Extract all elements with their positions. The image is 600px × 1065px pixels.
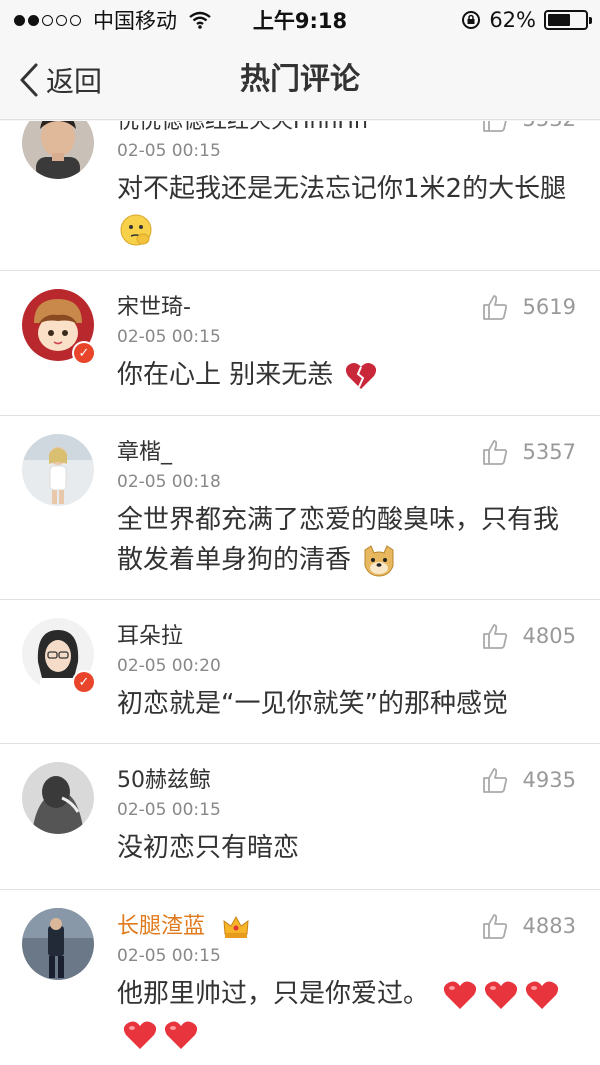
heart-emoji	[485, 981, 518, 1009]
battery-icon	[544, 10, 592, 30]
like-count: 4883	[522, 914, 576, 938]
avatar[interactable]	[22, 121, 94, 179]
verified-badge: ✓	[72, 341, 96, 365]
vip-crown-icon	[223, 915, 249, 938]
comment-text: 初恋就是“一见你就笑”的那种感觉	[117, 689, 508, 719]
status-right: 62%	[461, 8, 592, 32]
thumbs-up-icon	[482, 914, 507, 939]
comment-item[interactable]: ✓ 耳朵拉 4805 02-05 00:20 初恋就是“一见你就笑”的那种感觉	[0, 600, 600, 744]
username[interactable]: 章楷_	[117, 434, 172, 466]
battery-level	[548, 14, 570, 26]
like-count: 4935	[522, 768, 576, 792]
signal-strength-icon	[14, 14, 81, 26]
username-text: 长腿渣蓝	[117, 914, 206, 939]
thinking-emoji	[120, 214, 152, 245]
comment-item[interactable]: 50赫兹鲸 4935 02-05 00:15 没初恋只有暗恋	[0, 744, 600, 890]
status-left: 中国移动	[14, 5, 211, 35]
wifi-icon	[189, 11, 211, 29]
comment-text: 他那里帅过，只是你爱过。	[117, 979, 430, 1009]
like-button[interactable]: 5619	[481, 293, 576, 321]
comment-body: 没初恋只有暗恋	[117, 828, 577, 868]
comment-body: 你在心上 别来无恙	[117, 355, 577, 395]
like-button[interactable]: 5357	[481, 438, 576, 466]
like-button[interactable]: 4883	[481, 912, 576, 940]
comment-time: 02-05 00:15	[117, 800, 221, 820]
comment-text: 你在心上 别来无恙	[117, 360, 334, 390]
like-count: 5619	[522, 295, 576, 319]
username[interactable]: 耳朵拉	[117, 618, 183, 650]
like-count: 5532	[523, 121, 576, 131]
like-count: 4805	[522, 624, 576, 648]
thumbs-up-icon	[482, 768, 507, 793]
comment-item[interactable]: 恍恍惚惚红红火火HhhHh 5532 02-05 00:15 对不起我还是无法忘…	[0, 121, 600, 271]
like-button[interactable]: 4805	[481, 622, 576, 650]
comment-body: 初恋就是“一见你就笑”的那种感觉	[117, 684, 577, 724]
status-bar: 中国移动 上午9:18 62%	[0, 0, 600, 40]
heart-emoji	[526, 981, 559, 1009]
avatar[interactable]	[22, 908, 94, 980]
comment-item[interactable]: ✓ 宋世琦- 5619 02-05 00:15 你在心上 别来无恙	[0, 271, 600, 416]
heart-emoji	[164, 1021, 198, 1049]
thumbs-up-icon	[482, 624, 507, 649]
like-count: 5357	[522, 440, 576, 464]
like-button[interactable]: 5532	[481, 121, 576, 133]
comment-text: 没初恋只有暗恋	[117, 833, 300, 863]
comment-time: 02-05 00:15	[117, 327, 221, 347]
verified-badge: ✓	[72, 670, 96, 694]
carrier-name: 中国移动	[93, 9, 177, 33]
broken-heart-emoji	[345, 362, 376, 389]
comment-body: 全世界都充满了恋爱的酸臭味，只有我散发着单身狗的清香	[117, 500, 577, 580]
navigation-bar: 返回 热门评论	[0, 40, 600, 120]
username[interactable]: 长腿渣蓝	[117, 908, 250, 940]
comment-item[interactable]: 章楷_ 5357 02-05 00:18 全世界都充满了恋爱的酸臭味，只有我散发…	[0, 416, 600, 600]
thumbs-up-icon	[482, 121, 507, 132]
username[interactable]: 50赫兹鲸	[117, 762, 211, 794]
like-button[interactable]: 4935	[481, 766, 576, 794]
comment-body: 对不起我还是无法忘记你1米2的大长腿	[117, 169, 577, 249]
avatar[interactable]	[22, 762, 94, 834]
username[interactable]: 宋世琦-	[117, 289, 191, 321]
comment-text: 全世界都充满了恋爱的酸臭味，只有我散发着单身狗的清香	[117, 505, 560, 575]
comment-time: 02-05 00:18	[117, 472, 221, 492]
comment-time: 02-05 00:15	[117, 946, 221, 966]
heart-emoji	[444, 981, 477, 1009]
comment-text: 对不起我还是无法忘记你1米2的大长腿	[117, 174, 567, 204]
comment-body: 他那里帅过，只是你爱过。	[117, 974, 577, 1054]
doge-emoji	[364, 544, 394, 577]
comment-time: 02-05 00:15	[117, 141, 221, 161]
rotation-lock-icon	[462, 11, 481, 29]
thumbs-up-icon	[482, 295, 507, 320]
page-title: 热门评论	[240, 62, 360, 97]
battery-percent: 62%	[489, 8, 536, 32]
username[interactable]: 恍恍惚惚红红火火HhhHh	[117, 121, 368, 135]
comment-item[interactable]: 长腿渣蓝 4883 02-05 00:15 他那里帅过，只是你爱过。	[0, 890, 600, 1065]
comment-time: 02-05 00:20	[117, 656, 221, 676]
avatar[interactable]	[22, 434, 94, 506]
thumbs-up-icon	[482, 440, 507, 465]
comments-list[interactable]: 恍恍惚惚红红火火HhhHh 5532 02-05 00:15 对不起我还是无法忘…	[0, 121, 600, 1065]
heart-emoji	[123, 1021, 157, 1049]
